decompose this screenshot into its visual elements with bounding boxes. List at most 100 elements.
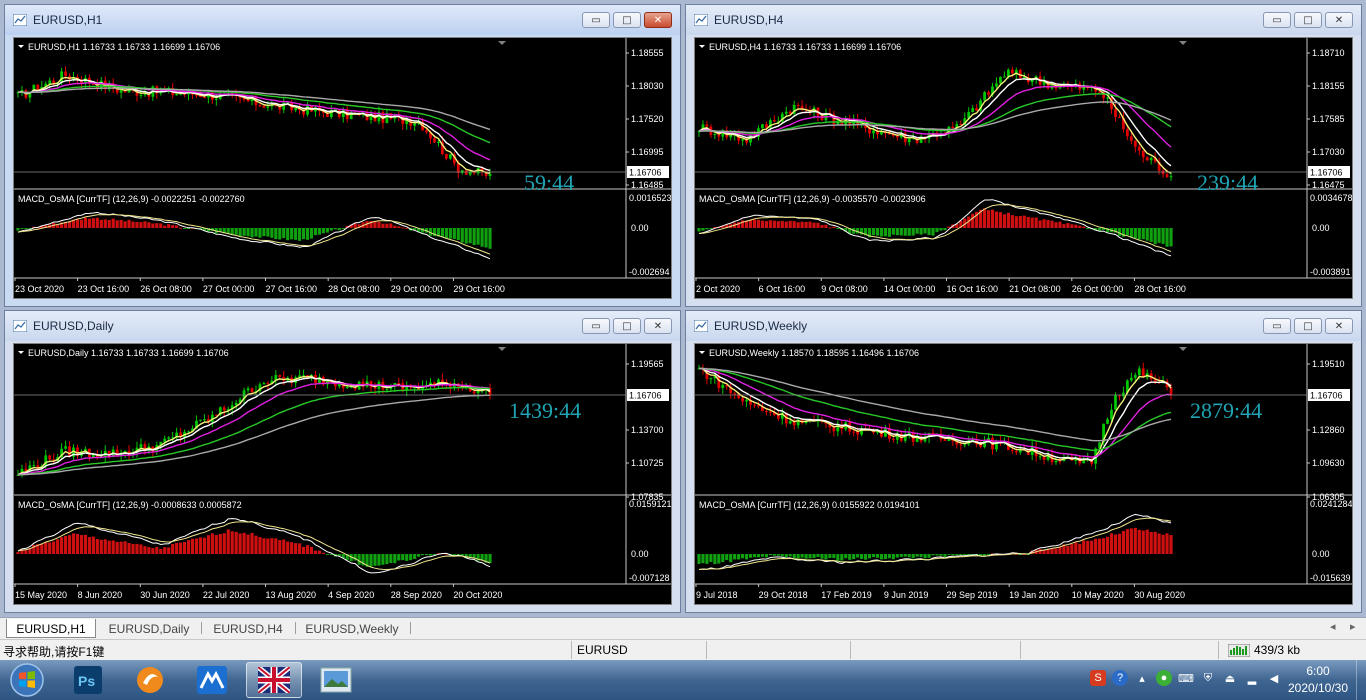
minimize-button[interactable]: ▭ [582, 318, 610, 334]
minimize-button[interactable]: ▭ [1263, 12, 1291, 28]
help-icon[interactable]: ? [1112, 670, 1128, 686]
osma-histogram-bar [764, 221, 769, 228]
price-chart-h1[interactable]: 1.16706 1.18555 1.18030 1.17520 1.16995 1.164… [14, 38, 671, 298]
tray-expand-icon[interactable]: ▴ [1134, 670, 1150, 686]
start-button[interactable] [2, 662, 52, 698]
osma-histogram-bar [488, 228, 492, 249]
chart-canvas[interactable]: 1.16706 1.18710 1.18155 1.17585 1.17030 1.164… [694, 37, 1353, 299]
osma-histogram-bar [171, 225, 175, 228]
chart-canvas[interactable]: 1.16706 1.18555 1.18030 1.17520 1.16995 1.164… [13, 37, 672, 299]
network-icon[interactable]: ▂ [1244, 670, 1260, 686]
time-axis-label: 2 Oct 2020 [696, 284, 740, 294]
taskbar: Ps S ? ▴ ● ⌨ ⛨ ⏏ ▂ ◀ 6:00 2020/10/30 [0, 660, 1366, 700]
maximize-button[interactable]: □ [1294, 318, 1322, 334]
minimize-button[interactable]: ▭ [582, 12, 610, 28]
macd-axis-label-top: 0.0159121 [629, 499, 671, 509]
tab-scroll-right-icon[interactable]: ▸ [1350, 620, 1356, 633]
candle-body [713, 134, 717, 136]
osma-histogram-bar [262, 538, 266, 554]
tab-eurusd-weekly[interactable]: EURUSD,Weekly [298, 619, 406, 638]
osma-histogram-bar [820, 554, 824, 559]
close-button[interactable]: ✕ [1325, 318, 1353, 334]
osma-histogram-bar [1169, 535, 1173, 554]
candle-body [832, 427, 836, 432]
price-axis-label: 1.09630 [1312, 458, 1345, 468]
candle-body [488, 173, 492, 176]
taskbar-clock[interactable]: 6:00 2020/10/30 [1278, 663, 1358, 697]
osma-histogram-bar [1149, 531, 1153, 554]
tab-scroll-left-icon[interactable]: ◂ [1330, 620, 1336, 633]
taskbar-metatrader[interactable] [246, 662, 302, 698]
osma-histogram-bar [115, 220, 119, 228]
price-chart-daily[interactable]: 1.167061.195651.137001.107251.07835EURUS… [14, 344, 671, 604]
osma-histogram-bar [947, 554, 951, 555]
osma-histogram-bar [1121, 530, 1126, 554]
osma-histogram-bar [409, 554, 413, 561]
time-axis-label: 23 Oct 2020 [15, 284, 64, 294]
osma-histogram-bar [879, 554, 884, 560]
show-desktop-button[interactable] [1356, 660, 1366, 700]
price-axis-label: 1.19565 [631, 359, 664, 369]
meta-app-icon [197, 666, 227, 694]
osma-histogram-bar [202, 537, 207, 554]
maximize-button[interactable]: □ [613, 12, 641, 28]
osma-histogram-bar [135, 222, 139, 228]
minimize-button[interactable]: ▭ [1263, 318, 1291, 334]
window-titlebar[interactable]: EURUSD,Weekly ▭ □ ✕ [686, 311, 1361, 341]
taskbar-browser[interactable] [122, 662, 178, 698]
candle-body [437, 141, 440, 143]
window-titlebar[interactable]: EURUSD,Daily ▭ □ ✕ [5, 311, 680, 341]
maximize-button[interactable]: □ [613, 318, 641, 334]
chart-window-h1[interactable]: EURUSD,H1 ▭ □ ✕ 1.16706 1.18555 1.18030 1.1… [4, 4, 681, 307]
osma-histogram-bar [246, 534, 250, 554]
osma-histogram-bar [800, 554, 804, 558]
chart-window-daily[interactable]: EURUSD,Daily ▭ □ ✕ 1.16706 1.19565 1.13700… [4, 310, 681, 613]
osma-histogram-bar [748, 554, 753, 558]
osma-histogram-bar [218, 534, 222, 554]
candle-body [1003, 76, 1006, 78]
close-button[interactable]: ✕ [1325, 12, 1353, 28]
candle-body [64, 446, 67, 449]
candle-body [464, 170, 468, 175]
sogou-ime-icon[interactable]: S [1090, 670, 1106, 686]
candle-body [1014, 451, 1018, 453]
window-titlebar[interactable]: EURUSD,H4 ▭ □ ✕ [686, 5, 1361, 35]
wechat-icon[interactable]: ● [1156, 670, 1172, 686]
candle-body [1137, 146, 1141, 151]
chart-window-h4[interactable]: EURUSD,H4 ▭ □ ✕ 1.16706 1.18710 1.18155 1.1… [685, 4, 1362, 307]
osma-histogram-bar [40, 544, 44, 554]
chart-window-weekly[interactable]: EURUSD,Weekly ▭ □ ✕ 1.16706 1.19510 1.1286… [685, 310, 1362, 613]
current-price-label: 1.16706 [629, 391, 662, 401]
price-chart-weekly[interactable]: 1.167061.195101.128601.096301.06305EURUS… [695, 344, 1352, 604]
tab-eurusd-h4[interactable]: EURUSD,H4 [204, 619, 292, 638]
osma-histogram-bar [147, 547, 151, 554]
osma-histogram-bar [713, 554, 717, 565]
chart-window-icon [694, 14, 708, 26]
taskbar-photoshop[interactable]: Ps [60, 662, 116, 698]
taskbar-image-viewer[interactable] [308, 662, 364, 698]
chart-canvas[interactable]: 1.16706 1.19510 1.12860 1.09630 1.06305 EURUS… [694, 343, 1353, 605]
osma-histogram-bar [883, 228, 888, 237]
osma-histogram-bar [405, 554, 409, 561]
price-axis-label: 1.17030 [1312, 147, 1345, 157]
taskbar-meta-app[interactable] [184, 662, 240, 698]
time-axis-label: 9 Jun 2019 [884, 590, 929, 600]
osma-histogram-bar [56, 539, 60, 554]
close-button[interactable]: ✕ [644, 318, 672, 334]
security-shield-icon[interactable]: ⛨ [1200, 670, 1216, 686]
osma-histogram-bar [915, 554, 919, 557]
window-titlebar[interactable]: EURUSD,H1 ▭ □ ✕ [5, 5, 680, 35]
usb-icon[interactable]: ⏏ [1222, 670, 1238, 686]
tab-eurusd-h1[interactable]: EURUSD,H1 [6, 619, 96, 638]
osma-histogram-bar [119, 541, 123, 554]
osma-histogram-bar [186, 540, 191, 554]
tab-eurusd-daily[interactable]: EURUSD,Daily [100, 619, 198, 638]
candle-body [91, 454, 95, 458]
close-button[interactable]: ✕ [644, 12, 672, 28]
osma-histogram-bar [1046, 219, 1050, 228]
candle-body [1169, 176, 1173, 178]
price-chart-h4[interactable]: 1.16706 1.18710 1.18155 1.17585 1.17030 1.164… [695, 38, 1352, 298]
ime-mode-icon[interactable]: ⌨ [1178, 670, 1194, 686]
chart-canvas[interactable]: 1.16706 1.19565 1.13700 1.10725 1.07835 EURUS… [13, 343, 672, 605]
maximize-button[interactable]: □ [1294, 12, 1322, 28]
